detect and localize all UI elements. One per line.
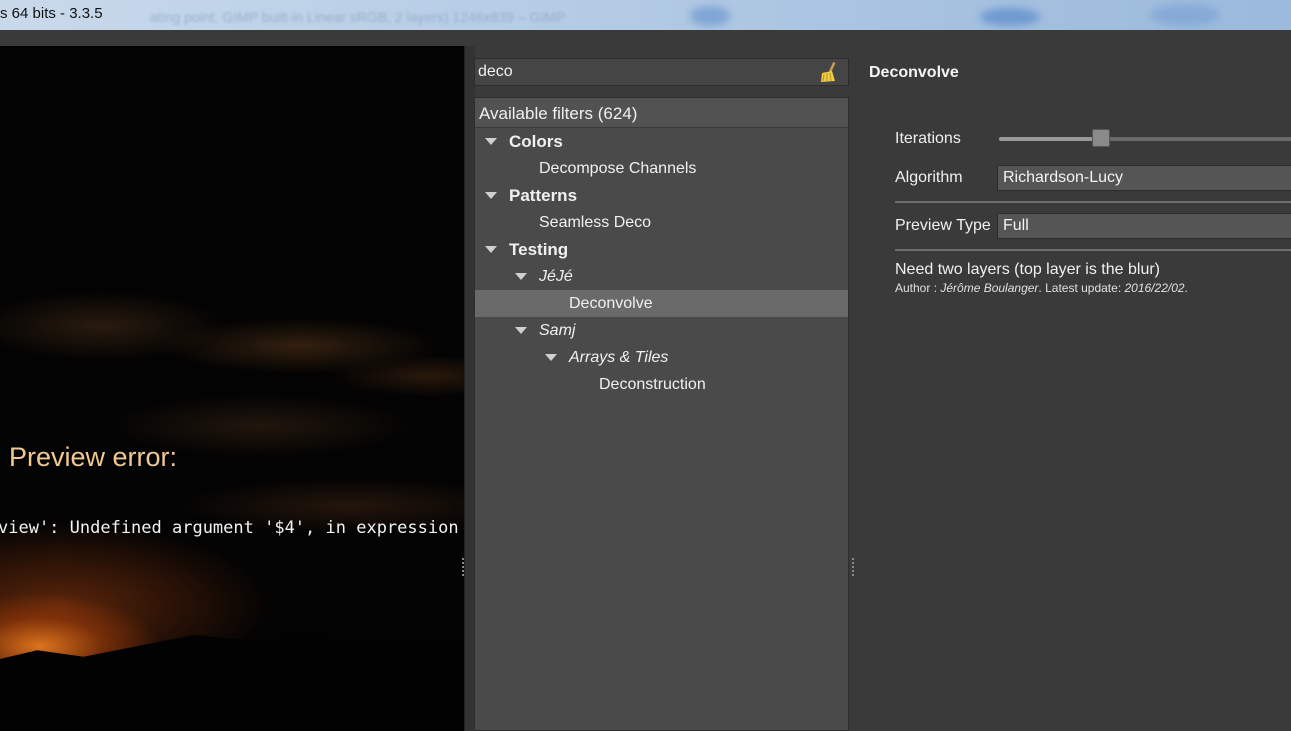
tree-row-filter[interactable]: Seamless Deco xyxy=(475,209,848,236)
preview-canvas[interactable]: Preview error: view': Undefined argument… xyxy=(0,46,464,731)
tree-row-label: Seamless Deco xyxy=(539,214,652,231)
filter-search-input[interactable] xyxy=(475,59,811,85)
tree-row-label: Decompose Channels xyxy=(539,160,697,177)
tree-row-folder[interactable]: JéJé xyxy=(475,263,848,290)
chevron-down-icon[interactable] xyxy=(485,138,497,145)
iterations-slider-fill xyxy=(999,137,1101,141)
author-name: Jérôme Boulanger xyxy=(940,281,1039,295)
filter-search-box[interactable] xyxy=(474,58,849,86)
broom-icon[interactable] xyxy=(818,61,840,83)
tree-row-label: Samj xyxy=(539,322,576,339)
tree-row-folder[interactable]: Arrays & Tiles xyxy=(475,344,848,371)
update-date: 2016/22/02 xyxy=(1124,281,1185,295)
tree-row-category[interactable]: Colors xyxy=(475,128,848,155)
filter-settings-panel: Deconvolve Iterations Algorithm Richards… xyxy=(859,46,1291,731)
tree-row-filter[interactable]: Deconvolve xyxy=(475,290,848,317)
chevron-down-icon[interactable] xyxy=(485,192,497,199)
algorithm-label: Algorithm xyxy=(895,169,963,186)
preview-error-message: view': Undefined argument '$4', in expre… xyxy=(0,518,464,538)
preview-type-select[interactable]: Full xyxy=(997,213,1291,239)
tree-row-filter[interactable]: Decompose Channels xyxy=(475,155,848,182)
tree-row-label: Patterns xyxy=(509,186,578,205)
filter-author-info: Author : Jérôme Boulanger. Latest update… xyxy=(895,281,1188,295)
tree-row-label: Deconvolve xyxy=(569,295,653,312)
chevron-down-icon[interactable] xyxy=(515,327,527,334)
separator xyxy=(895,201,1291,203)
tree-row-label: Arrays & Tiles xyxy=(569,349,669,366)
iterations-label: Iterations xyxy=(895,130,961,147)
background-window-title: ating point. GIMP built-in Linear sRGB, … xyxy=(150,9,566,25)
chevron-down-icon[interactable] xyxy=(545,354,557,361)
filter-description: Need two layers (top layer is the blur) xyxy=(895,261,1160,278)
horizon-silhouette xyxy=(0,632,464,731)
separator xyxy=(895,249,1291,251)
iterations-slider-handle[interactable] xyxy=(1092,129,1110,147)
splitter-grip-icon xyxy=(852,558,854,576)
update-suffix: . xyxy=(1184,281,1188,295)
tree-row-category[interactable]: Patterns xyxy=(475,182,848,209)
settings-splitter[interactable] xyxy=(849,46,859,731)
preview-type-label: Preview Type xyxy=(895,217,991,234)
filter-tree-header: Available filters (624) xyxy=(475,98,848,128)
chevron-down-icon[interactable] xyxy=(515,273,527,280)
tree-row-category[interactable]: Testing xyxy=(475,236,848,263)
tree-row-filter[interactable]: Deconstruction xyxy=(475,371,848,398)
filter-title: Deconvolve xyxy=(869,64,959,81)
iterations-slider[interactable] xyxy=(999,129,1291,147)
update-prefix: . Latest update: xyxy=(1038,281,1125,295)
window-title: s 64 bits - 3.3.5 xyxy=(0,5,103,22)
preview-error-title: Preview error: xyxy=(9,442,178,472)
filter-tree[interactable]: Available filters (624) Colors Decompose … xyxy=(474,97,849,731)
chevron-down-icon[interactable] xyxy=(485,246,497,253)
algorithm-select[interactable]: Richardson-Lucy xyxy=(997,165,1291,191)
tree-row-label: JéJé xyxy=(539,268,573,285)
tree-row-label: Deconstruction xyxy=(599,376,706,393)
tree-row-folder[interactable]: Samj xyxy=(475,317,848,344)
splitter-grip-icon xyxy=(462,558,464,576)
author-prefix: Author : xyxy=(895,281,941,295)
tree-row-label: Colors xyxy=(509,132,563,151)
tree-row-label: Testing xyxy=(509,240,569,259)
window-titlebar[interactable]: ating point. GIMP built-in Linear sRGB, … xyxy=(0,0,1291,30)
